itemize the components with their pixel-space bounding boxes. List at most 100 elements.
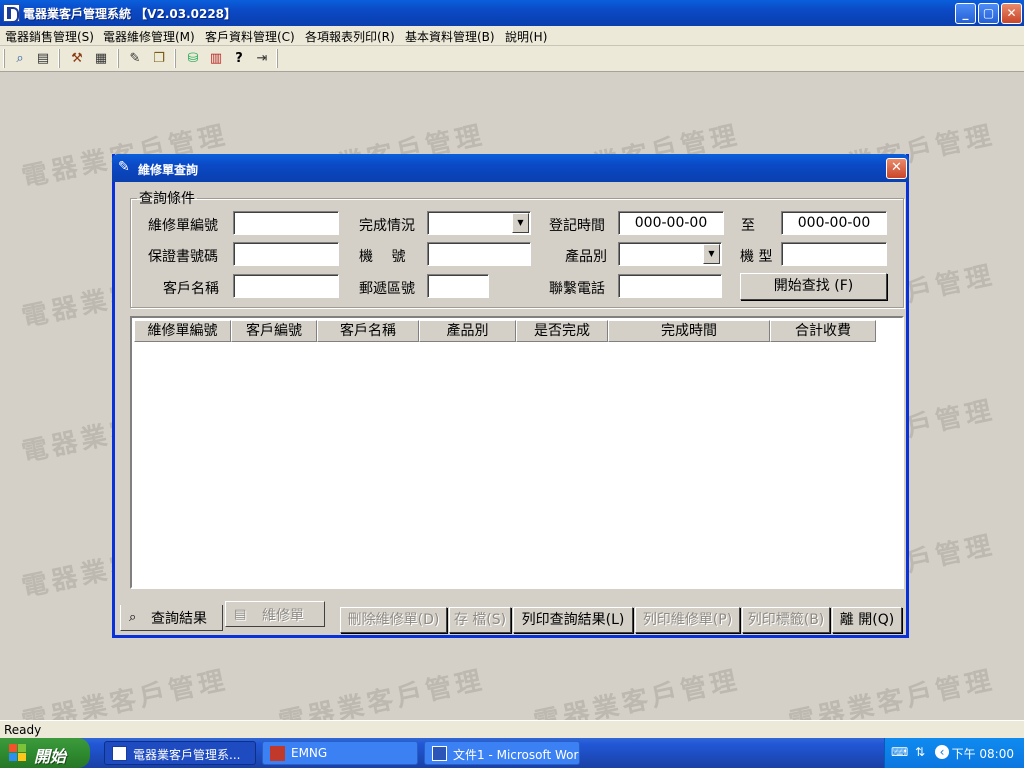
toolbar-separator <box>174 49 176 68</box>
book-icon[interactable]: ❐ <box>150 50 168 68</box>
save-button[interactable]: 存 檔(S) <box>449 607 511 633</box>
delete-repair-button[interactable]: 刪除維修單(D) <box>340 607 447 633</box>
menu-basic-data[interactable]: 基本資料管理(B) <box>405 28 495 45</box>
task-label: 文件1 - Microsoft Word <box>453 748 580 762</box>
reg-to-input[interactable]: 000-00-00 <box>781 211 887 235</box>
task-label: EMNG <box>291 746 328 760</box>
main-title-bar: 電器業客戶管理系統 【V2.03.0228】 _ ▢ ✕ <box>0 0 1024 26</box>
minimize-button[interactable]: _ <box>955 3 976 24</box>
magnifier-icon: ⌕ <box>129 610 137 625</box>
disk-icon[interactable]: ⛁ <box>184 50 202 68</box>
menu-bar: 電器銷售管理(S) 電器維修管理(M) 客戶資料管理(C) 各項報表列印(R) … <box>0 26 1024 46</box>
tools-icon[interactable]: ⚒ <box>68 50 86 68</box>
taskbar: 開始 電器業客戶管理系... EMNG 文件1 - Microsoft Word… <box>0 738 1024 768</box>
tab-query-results[interactable]: ⌕ 查詢結果 <box>120 605 223 631</box>
chevron-down-icon[interactable]: ▼ <box>703 244 720 264</box>
menu-reports[interactable]: 各項報表列印(R) <box>305 28 395 45</box>
dialog-title-bar[interactable]: ✎ 維修單查詢 ✕ <box>112 154 909 182</box>
app-icon <box>112 746 127 761</box>
toolbar-separator <box>117 49 119 68</box>
toolbar-separator <box>58 49 60 68</box>
column-header[interactable]: 產品別 <box>419 320 516 342</box>
start-button[interactable]: 開始 <box>0 738 90 768</box>
watermark: 電器業客戶管理 <box>786 665 998 720</box>
postal-label: 郵遞區號 <box>359 281 415 297</box>
report-icon[interactable]: ▤ <box>34 50 52 68</box>
emng-icon <box>270 746 285 761</box>
chart-icon[interactable]: ▥ <box>207 50 225 68</box>
menu-help[interactable]: 說明(H) <box>505 28 547 45</box>
watermark: 電器業客戶管理 <box>19 665 231 720</box>
print-label-button[interactable]: 列印標籤(B) <box>742 607 830 633</box>
grid-icon[interactable]: ▦ <box>92 50 110 68</box>
maximize-button[interactable]: ▢ <box>978 3 999 24</box>
to-label: 至 <box>741 218 755 234</box>
model-input[interactable] <box>781 242 887 266</box>
customer-name-input[interactable] <box>233 274 339 298</box>
category-select[interactable]: ▼ <box>618 242 722 266</box>
close-button[interactable]: ✕ <box>1001 3 1022 24</box>
tab-repair-label: 維修單 <box>262 608 304 624</box>
word-icon <box>432 746 447 761</box>
phone-input[interactable] <box>618 274 722 298</box>
task-emng[interactable]: EMNG <box>262 741 418 765</box>
phone-label: 聯繫電話 <box>549 281 605 297</box>
column-header[interactable]: 維修單編號 <box>134 320 231 342</box>
leave-button[interactable]: 離 開(Q) <box>832 607 902 633</box>
watermark: 電器業客戶管理 <box>276 665 488 720</box>
repair-query-dialog: ✎ 維修單查詢 ✕ 查詢條件 維修單編號 完成情況 ▼ 登記時間 000-00-… <box>112 154 909 638</box>
warranty-no-label: 保證書號碼 <box>148 249 218 265</box>
clock: 下午 08:00 <box>951 747 1014 761</box>
model-label: 機 型 <box>740 249 773 265</box>
form-icon: ▤ <box>234 607 247 622</box>
help-icon[interactable]: ? <box>230 50 248 68</box>
start-label: 開始 <box>34 747 67 766</box>
task-word[interactable]: 文件1 - Microsoft Word <box>424 741 580 765</box>
tab-results-label: 查詢結果 <box>151 611 207 627</box>
warranty-no-input[interactable] <box>233 242 339 266</box>
reg-from-input[interactable]: 000-00-00 <box>618 211 724 235</box>
window-title: 電器業客戶管理系統 【V2.03.0228】 <box>23 7 237 21</box>
print-repair-button[interactable]: 列印維修單(P) <box>635 607 740 633</box>
grid-header: 維修單編號 客戶編號 客戶名稱 產品別 是否完成 完成時間 合計收費 <box>134 320 876 342</box>
results-grid[interactable]: 維修單編號 客戶編號 客戶名稱 產品別 是否完成 完成時間 合計收費 <box>130 316 904 589</box>
repair-no-input[interactable] <box>233 211 339 235</box>
column-header[interactable]: 是否完成 <box>516 320 608 342</box>
criteria-legend: 查詢條件 <box>139 191 195 207</box>
search-button[interactable]: 開始查找 (F) <box>740 273 887 300</box>
toolbar: ⌕ ▤ ⚒ ▦ ✎ ❐ ⛁ ▥ ? ⇥ <box>0 46 1024 72</box>
column-header[interactable]: 客戶編號 <box>231 320 317 342</box>
menu-customer[interactable]: 客戶資料管理(C) <box>205 28 295 45</box>
exit-icon[interactable]: ⇥ <box>253 50 271 68</box>
system-tray: ⌨ ⇅ ‹ 下午 08:00 <box>884 738 1024 768</box>
repair-no-label: 維修單編號 <box>148 218 218 234</box>
status-bar: Ready <box>0 720 1024 738</box>
menu-repair[interactable]: 電器維修管理(M) <box>103 28 195 45</box>
dialog-close-button[interactable]: ✕ <box>886 158 907 179</box>
keyboard-icon[interactable]: ⌨ <box>891 745 908 759</box>
task-label: 電器業客戶管理系... <box>133 748 241 762</box>
menu-sales[interactable]: 電器銷售管理(S) <box>5 28 94 45</box>
column-header[interactable]: 完成時間 <box>608 320 770 342</box>
task-crm-app[interactable]: 電器業客戶管理系... <box>104 741 256 765</box>
column-header[interactable]: 合計收費 <box>770 320 876 342</box>
watermark: 電器業客戶管理 <box>531 665 743 720</box>
query-icon[interactable]: ⌕ <box>11 50 29 68</box>
tab-repair-order[interactable]: ▤ 維修單 <box>225 601 325 627</box>
completion-select[interactable]: ▼ <box>427 211 531 235</box>
column-header[interactable]: 客戶名稱 <box>317 320 419 342</box>
chevron-down-icon[interactable]: ▼ <box>512 213 529 233</box>
edit-icon[interactable]: ✎ <box>126 50 144 68</box>
machine-no-label: 機 號 <box>359 249 406 265</box>
chevron-left-icon[interactable]: ‹ <box>935 745 949 759</box>
network-icon[interactable]: ⇅ <box>913 745 927 759</box>
dialog-title: 維修單查詢 <box>138 163 199 177</box>
app-icon[interactable] <box>3 4 20 23</box>
status-text: Ready <box>4 723 42 737</box>
category-label: 產品別 <box>565 249 607 265</box>
pencil-icon: ✎ <box>118 159 130 175</box>
customer-name-label: 客戶名稱 <box>163 281 219 297</box>
print-results-button[interactable]: 列印查詢結果(L) <box>513 607 633 633</box>
postal-input[interactable] <box>427 274 489 298</box>
machine-no-input[interactable] <box>427 242 531 266</box>
